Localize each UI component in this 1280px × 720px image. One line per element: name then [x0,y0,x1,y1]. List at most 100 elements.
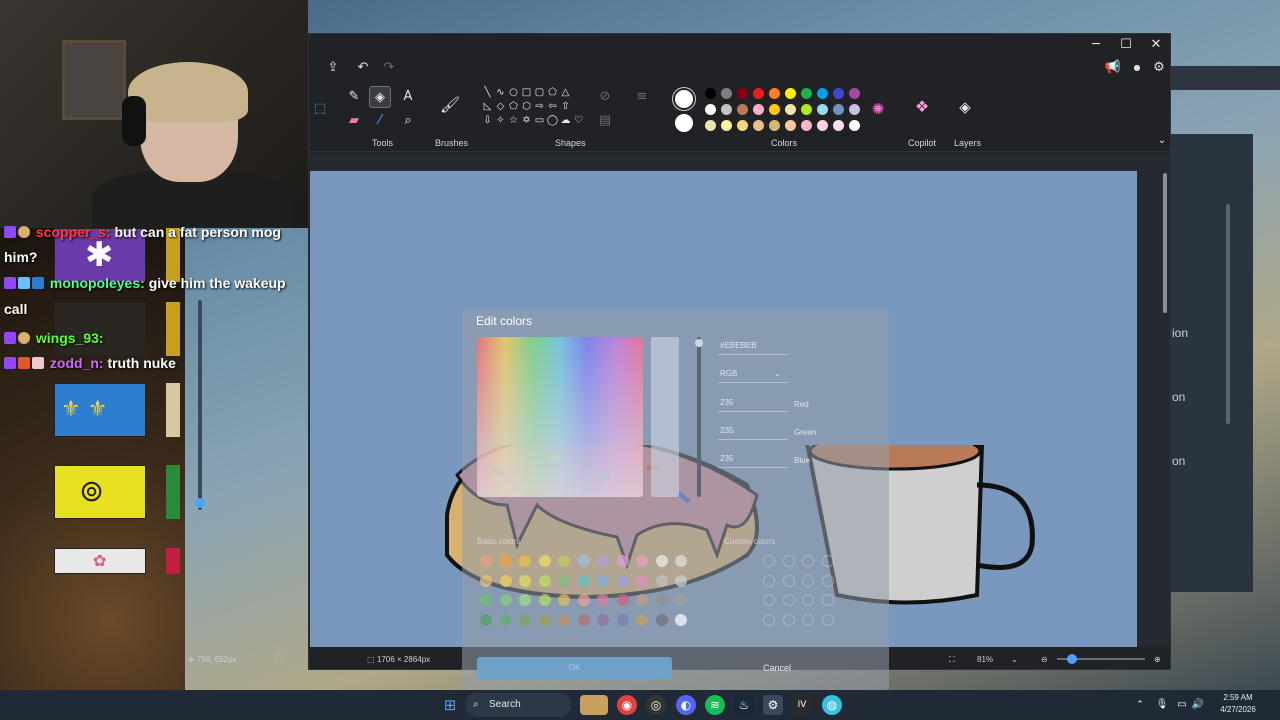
palette-swatch[interactable] [785,120,796,131]
basic-color-dot[interactable] [655,555,668,567]
hex-input[interactable]: #EBEBEB [718,337,788,355]
palette-swatch[interactable] [737,88,748,99]
palette-swatch[interactable] [849,104,860,115]
discord-icon[interactable]: ◐ [676,695,696,715]
fill-style-icon[interactable]: ▤ [594,110,616,132]
chrome-icon[interactable]: ◉ [617,695,637,715]
oval-icon[interactable]: ○ [507,86,520,100]
red-input[interactable]: 235 [718,394,788,412]
heart-icon[interactable]: ♡ [572,114,585,128]
magnifier-icon[interactable]: ⌕ [397,110,419,132]
copilot-icon[interactable]: ❖ [911,96,933,118]
basic-color-dot[interactable] [538,594,551,606]
basic-color-dot[interactable] [636,555,648,567]
overlay-slider-knob[interactable] [195,498,205,508]
basic-color-dot[interactable] [499,613,512,626]
basic-color-dot[interactable] [655,574,668,587]
palette-swatch[interactable] [817,88,828,99]
chevron-up-icon[interactable]: ⌃ [1130,695,1150,715]
widgets-icon[interactable] [580,695,608,715]
outline-icon[interactable]: ⊘ [594,86,616,108]
lightness-slider[interactable] [695,337,703,497]
basic-color-dot[interactable] [577,594,590,606]
palette-swatch[interactable] [833,104,844,115]
layers-icon[interactable]: ◈ [954,96,976,118]
blue-input[interactable]: 235 [718,450,788,468]
basic-color-dot[interactable] [558,555,570,567]
palette-swatch[interactable] [705,104,716,115]
palette-swatch[interactable] [769,104,780,115]
basic-color-dot[interactable] [558,613,570,626]
clock[interactable]: 2:59 AM 4/27/2026 [1208,692,1268,716]
palette-swatch[interactable] [705,88,716,99]
basic-color-dot[interactable] [655,594,668,606]
basic-color-dot[interactable] [675,574,687,587]
basic-color-dot[interactable] [675,555,687,567]
undo-icon[interactable]: ↶ [353,58,373,78]
chevron-down-icon[interactable]: ⌄ [1151,130,1173,152]
browser-icon[interactable]: ◍ [822,695,842,715]
obs-icon[interactable]: ◎ [646,695,666,715]
account-icon[interactable]: ● [1127,58,1147,78]
palette-swatch[interactable] [721,88,732,99]
palette-swatch[interactable] [753,104,764,115]
palette-swatch[interactable] [769,88,780,99]
basic-color-dot[interactable] [616,594,629,606]
secondary-color[interactable] [675,114,693,132]
palette-swatch[interactable] [753,120,764,131]
taskbar-search[interactable]: ⌕ Search [465,693,571,717]
megaphone-icon[interactable]: 📢 [1103,58,1123,78]
custom-color-slot[interactable] [763,555,775,567]
basic-color-dot[interactable] [675,594,687,606]
text-icon[interactable]: A [397,86,419,108]
color-spectrum[interactable] [477,337,643,497]
basic-color-dot[interactable] [480,613,492,626]
steam-icon[interactable]: ♨ [734,695,754,715]
custom-color-slot[interactable] [763,594,775,606]
custom-color-slot[interactable] [821,574,834,587]
windows-icon[interactable]: ⊞ [440,695,460,715]
redo-icon[interactable]: ↷ [379,58,399,78]
basic-color-dot[interactable] [519,574,531,587]
close-button[interactable]: ✕ [1141,36,1171,54]
custom-color-slot[interactable] [821,613,834,626]
custom-color-slot[interactable] [821,555,834,567]
palette-swatch[interactable] [785,104,796,115]
basic-color-dot[interactable] [558,574,570,587]
palette-swatch[interactable] [737,104,748,115]
arrow-up-icon[interactable]: ⇧ [559,100,572,114]
slider-knob[interactable] [695,339,703,347]
scroll-thumb[interactable] [1163,173,1167,313]
custom-color-slot[interactable] [782,555,795,567]
basic-color-dot[interactable] [577,613,590,626]
pentagon-icon[interactable]: ⬠ [507,100,520,114]
drawing-canvas[interactable]: Edit colors #EBEBEB RGB ⌄ 235 Red 235 Gre… [310,171,1137,691]
palette-swatch[interactable] [721,120,732,131]
palette-swatch[interactable] [833,88,844,99]
basic-color-dot[interactable] [675,613,687,626]
zoom-slider[interactable] [1057,654,1145,664]
basic-color-dot[interactable] [538,613,551,626]
brush-icon[interactable]: 🖌 [439,94,461,116]
callout-oval-icon[interactable]: ◯ [546,114,559,128]
basic-color-dot[interactable] [636,613,648,626]
rounded-rect-icon[interactable]: ▢ [533,86,546,100]
custom-color-slot[interactable] [802,555,814,567]
maximize-button[interactable]: ☐ [1111,36,1141,54]
basic-color-dot[interactable] [519,594,531,606]
right-triangle-icon[interactable]: ◺ [481,100,494,114]
basic-color-dot[interactable] [499,555,512,567]
basic-color-dot[interactable] [616,555,629,567]
minimize-button[interactable]: ─ [1081,36,1111,54]
arrow-left-icon[interactable]: ⇦ [546,100,559,114]
palette-swatch[interactable] [801,104,812,115]
callout-rect-icon[interactable]: ▭ [533,114,546,128]
triangle-icon[interactable]: △ [559,86,572,100]
share-icon[interactable]: ⇪ [323,58,343,78]
basic-color-dot[interactable] [480,574,492,587]
background-scrollbar[interactable] [1226,204,1230,424]
star6-icon[interactable]: ✡ [520,114,533,128]
basic-color-dot[interactable] [519,555,531,567]
gear-icon[interactable]: ⚙ [1149,58,1169,78]
basic-color-dot[interactable] [597,574,609,587]
